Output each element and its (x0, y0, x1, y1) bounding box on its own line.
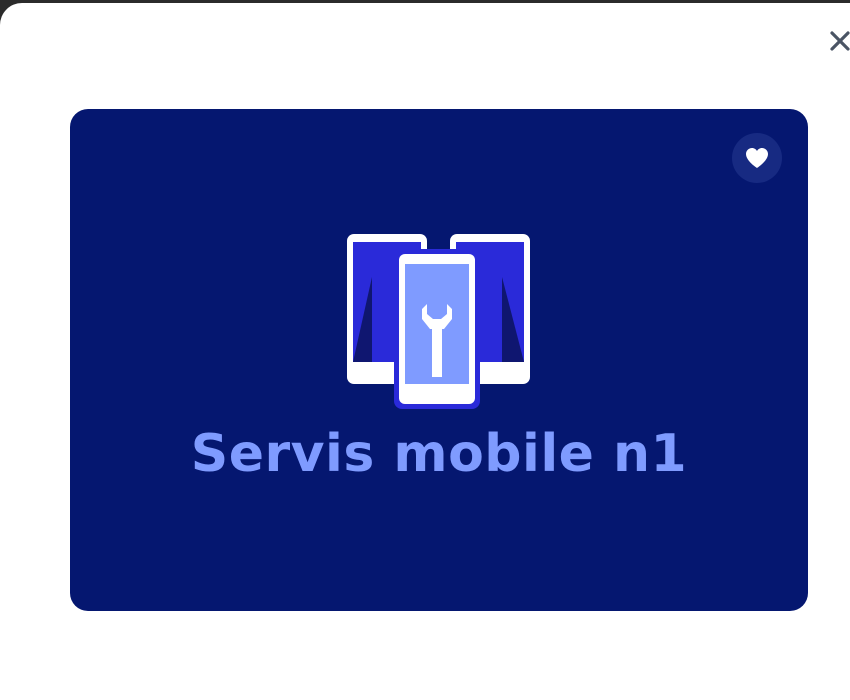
phones-wrench-icon (347, 234, 530, 409)
heart-icon (746, 148, 768, 168)
close-button[interactable] (824, 25, 850, 57)
close-icon (830, 31, 850, 51)
favorite-button[interactable] (732, 133, 782, 183)
logo-card: Servis mobile n1 (70, 109, 808, 611)
brand-name: Servis mobile n1 (190, 424, 688, 484)
modal-dialog: Servis mobile n1 (0, 3, 850, 700)
